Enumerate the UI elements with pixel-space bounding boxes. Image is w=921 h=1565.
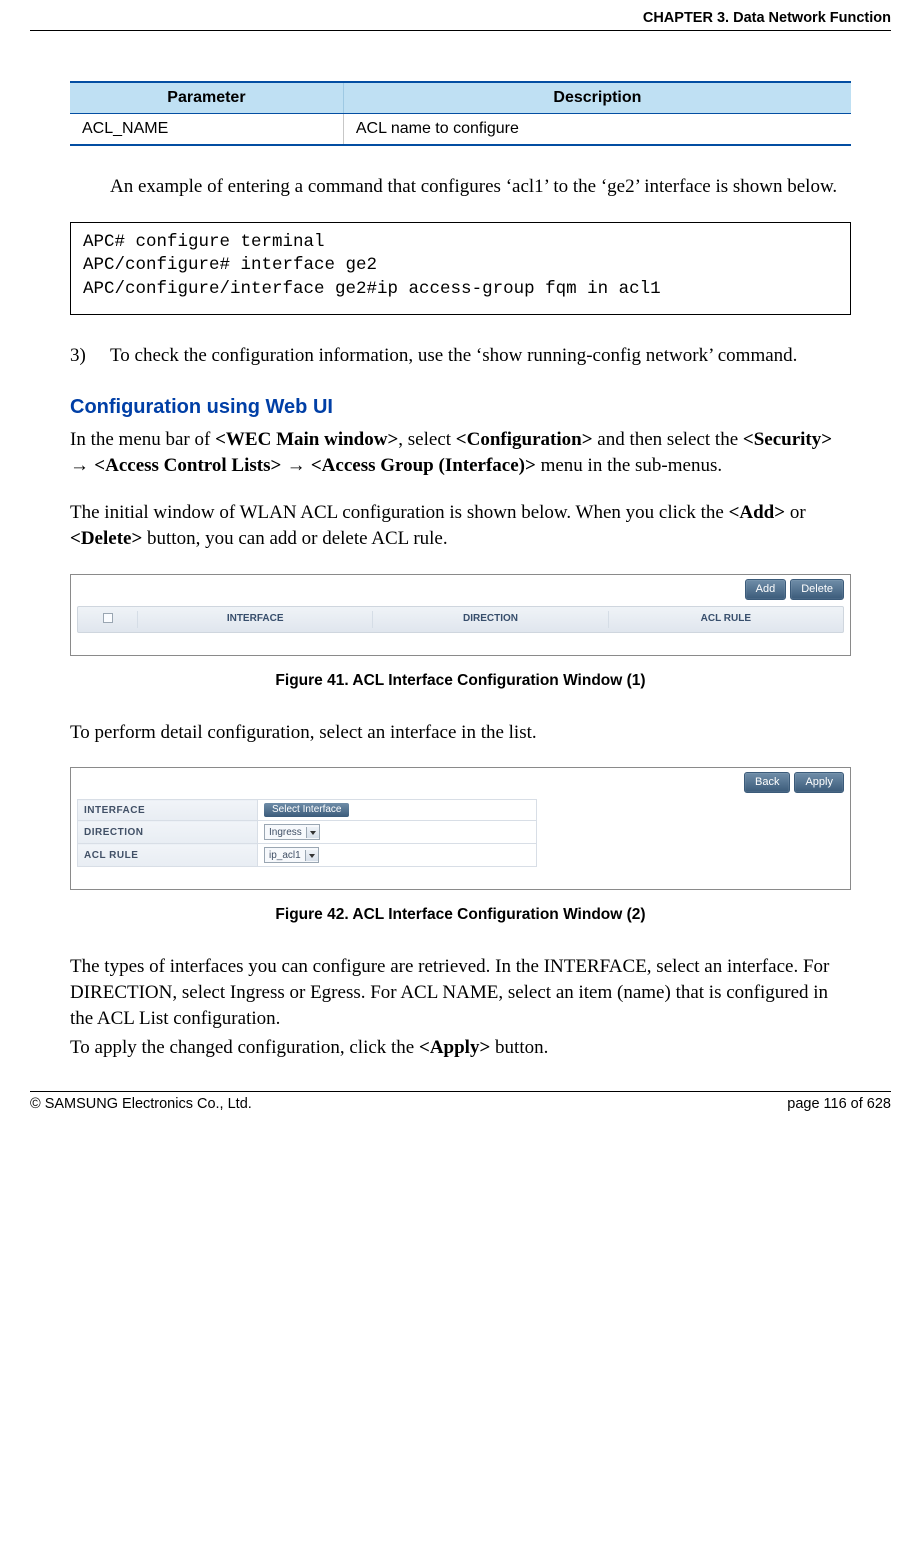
text: button. — [490, 1037, 548, 1058]
text: To apply the changed configuration, clic… — [70, 1037, 419, 1058]
figure-42-form: INTERFACE Select Interface DIRECTION Ing… — [77, 799, 537, 867]
copyright-text: © SAMSUNG Electronics Co., Ltd. — [30, 1096, 252, 1112]
direction-select-value: Ingress — [265, 827, 306, 838]
paragraph-initial-window: The initial window of WLAN ACL configura… — [70, 500, 851, 551]
figure-42-toolbar: Back Apply — [77, 772, 844, 793]
table-row: ACL_NAME ACL name to configure — [70, 114, 851, 146]
arrow-icon: → — [70, 455, 94, 476]
aclrule-select-value: ip_acl1 — [265, 850, 305, 861]
footer-divider — [30, 1091, 891, 1092]
figure-41-header-row: INTERFACE DIRECTION ACL RULE — [77, 606, 844, 633]
chevron-down-icon — [305, 850, 318, 861]
table-header-parameter: Parameter — [70, 82, 343, 114]
form-row-interface: INTERFACE Select Interface — [78, 800, 537, 821]
delete-button[interactable]: Delete — [790, 579, 844, 600]
menu-acl-lists: <Access Control Lists> — [94, 455, 281, 476]
checkbox-icon[interactable] — [103, 613, 113, 623]
column-header-aclrule: ACL RULE — [609, 611, 843, 628]
btn-ref-apply: <Apply> — [419, 1037, 490, 1058]
column-header-interface: INTERFACE — [138, 611, 373, 628]
step-3: 3) To check the configuration informatio… — [70, 343, 851, 369]
content-area: Parameter Description ACL_NAME ACL name … — [30, 81, 891, 1061]
figure-41-toolbar: Add Delete — [77, 579, 844, 600]
paragraph-example: An example of entering a command that co… — [70, 174, 851, 200]
paragraph-webui-path: In the menu bar of <WEC Main window>, se… — [70, 427, 851, 478]
menu-configuration: <Configuration> — [456, 429, 593, 450]
form-row-aclrule: ACL RULE ip_acl1 — [78, 844, 537, 867]
btn-ref-delete: <Delete> — [70, 528, 142, 549]
page-container: CHAPTER 3. Data Network Function Paramet… — [0, 0, 921, 1132]
menu-wec-main: <WEC Main window> — [215, 429, 398, 450]
figure-42-caption: Figure 42. ACL Interface Configuration W… — [70, 906, 851, 924]
select-interface-button[interactable]: Select Interface — [264, 803, 349, 817]
back-button[interactable]: Back — [744, 772, 790, 793]
label-aclrule: ACL RULE — [78, 844, 258, 867]
chevron-down-icon — [306, 827, 319, 838]
table-header-description: Description — [343, 82, 851, 114]
value-interface: Select Interface — [258, 800, 537, 821]
page-header: CHAPTER 3. Data Network Function — [30, 10, 891, 30]
chapter-title: CHAPTER 3. Data Network Function — [643, 10, 891, 26]
step-text: To check the configuration information, … — [110, 343, 851, 369]
code-block: APC# configure terminal APC/configure# i… — [70, 222, 851, 315]
parameter-table: Parameter Description ACL_NAME ACL name … — [70, 81, 851, 146]
menu-access-group: <Access Group (Interface)> — [311, 455, 536, 476]
subheading-web-ui: Configuration using Web UI — [70, 396, 851, 419]
text: , select — [398, 429, 456, 450]
form-row-direction: DIRECTION Ingress — [78, 821, 537, 844]
column-header-direction: DIRECTION — [373, 611, 608, 628]
table-header-row: Parameter Description — [70, 82, 851, 114]
paragraph-apply: To apply the changed configuration, clic… — [70, 1035, 851, 1061]
btn-ref-add: <Add> — [729, 502, 786, 523]
select-all-cell — [78, 611, 138, 628]
text: menu in the sub-menus. — [536, 455, 722, 476]
apply-button[interactable]: Apply — [794, 772, 844, 793]
add-button[interactable]: Add — [745, 579, 787, 600]
value-aclrule: ip_acl1 — [258, 844, 537, 867]
menu-security: <Security> — [743, 429, 832, 450]
page-footer: © SAMSUNG Electronics Co., Ltd. page 116… — [30, 1096, 891, 1112]
text: or — [785, 502, 806, 523]
figure-41-area: Add Delete INTERFACE DIRECTION ACL RULE — [70, 574, 851, 656]
text: and then select the — [593, 429, 743, 450]
figure-41-caption: Figure 41. ACL Interface Configuration W… — [70, 672, 851, 690]
paragraph-interface-types: The types of interfaces you can configur… — [70, 954, 851, 1031]
text: The initial window of WLAN ACL configura… — [70, 502, 729, 523]
page-number: page 116 of 628 — [787, 1096, 891, 1112]
text: In the menu bar of — [70, 429, 215, 450]
value-direction: Ingress — [258, 821, 537, 844]
label-interface: INTERFACE — [78, 800, 258, 821]
label-direction: DIRECTION — [78, 821, 258, 844]
aclrule-select[interactable]: ip_acl1 — [264, 847, 319, 863]
arrow-icon: → — [281, 455, 311, 476]
step-number: 3) — [70, 343, 110, 369]
text: button, you can add or delete ACL rule. — [142, 528, 447, 549]
header-divider — [30, 30, 891, 31]
table-cell-param: ACL_NAME — [70, 114, 343, 146]
direction-select[interactable]: Ingress — [264, 824, 320, 840]
figure-42-area: Back Apply INTERFACE Select Interface DI… — [70, 767, 851, 890]
paragraph-detail-config: To perform detail configuration, select … — [70, 720, 851, 746]
table-cell-desc: ACL name to configure — [343, 114, 851, 146]
